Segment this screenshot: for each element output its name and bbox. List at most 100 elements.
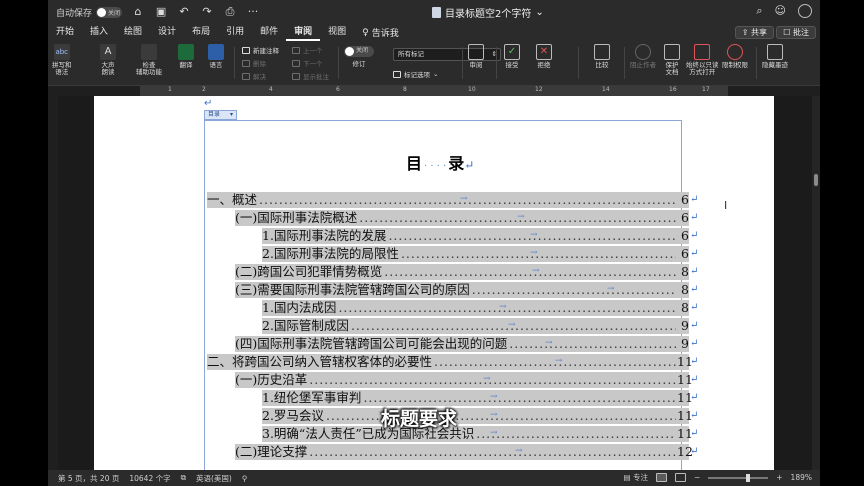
toc-entry[interactable]: 二、将跨国公司纳入管辖权客体的必要性......................… [205, 353, 698, 371]
block-authors-button[interactable]: 阻止作者 [630, 44, 656, 69]
toc-entry[interactable]: 1.国际刑事法院的发展.............................… [205, 227, 698, 245]
more-icon[interactable]: ··· [246, 5, 260, 19]
zoom-slider[interactable] [708, 473, 769, 482]
delete-comment-button[interactable]: 删除 [242, 58, 266, 68]
web-layout-view-icon[interactable] [674, 473, 686, 482]
compare-icon [594, 44, 610, 60]
ruler-number: 4 [269, 86, 273, 93]
resolve-button[interactable]: 解决 [242, 71, 266, 81]
track-changes-button[interactable]: 关闭 修订 [344, 44, 374, 68]
tab-home[interactable]: 开始 [48, 24, 82, 41]
vertical-scrollbar[interactable] [812, 96, 820, 470]
tab-view[interactable]: 视图 [320, 24, 354, 41]
document-title[interactable]: 目录标题空2个字符 ⌄ [432, 5, 544, 20]
read-aloud-button[interactable]: A 大声 朗读 [100, 44, 116, 76]
ruler-area: 1 2 4 6 8 10 12 14 16 17 [48, 86, 820, 96]
spelling-button[interactable]: abc 拼写和 语法 [52, 44, 72, 76]
word-count[interactable]: 10642 个字 [129, 473, 170, 484]
toc-page-number: 12 [677, 444, 693, 459]
new-comment-label: 新建注释 [253, 47, 279, 55]
print-icon[interactable]: ⎙ [223, 5, 237, 19]
toc-entry[interactable]: (二)理论支撑.................................… [205, 443, 698, 461]
toc-entry[interactable]: 一、概述....................................… [205, 191, 698, 209]
toc-page-number: 6 [681, 246, 689, 261]
track-changes-toggle[interactable]: 关闭 [344, 46, 374, 57]
tab-mailings[interactable]: 邮件 [252, 24, 286, 41]
toc-entry-text: 一、概述 [207, 192, 258, 207]
show-comments-label: 显示批注 [303, 73, 329, 81]
hide-ink-button[interactable]: 隐藏墨迹 [762, 44, 788, 69]
proofing-icon[interactable]: ⧉ [181, 473, 186, 483]
previous-comment-button[interactable]: 上一个 [292, 45, 323, 55]
autosave-toggle[interactable]: 关闭 [96, 6, 123, 18]
tab-layout[interactable]: 布局 [184, 24, 218, 41]
paragraph-mark: ↵ [690, 302, 699, 313]
new-comment-button[interactable]: 新建注释 [242, 45, 279, 55]
always-readonly-label: 始终以只读 方式打开 [686, 61, 719, 76]
reviewing-pane-button[interactable]: 审阅 [468, 44, 484, 69]
zoom-level[interactable]: 189% [791, 473, 812, 482]
always-readonly-button[interactable]: 始终以只读 方式打开 [686, 44, 719, 76]
toc-entry[interactable]: (三)需要国际刑事法院管辖跨国公司的原因....................… [205, 281, 698, 299]
delete-comment-icon [242, 59, 250, 67]
toc-entry[interactable]: 2.国际刑事法院的局限性............................… [205, 245, 698, 263]
accept-button[interactable]: ✓ 接受 [504, 44, 520, 69]
compare-label: 比较 [595, 61, 609, 69]
translate-button[interactable]: 翻译 [178, 44, 194, 69]
toc-heading-right: 录 [448, 154, 465, 173]
tab-arrow-icon: → [517, 212, 525, 222]
zoom-out-icon[interactable]: − [694, 473, 700, 482]
tab-draw[interactable]: 绘图 [116, 24, 150, 41]
language-button[interactable]: 语言 [208, 44, 224, 69]
content-control-tab[interactable]: 目录 ▾ [204, 110, 238, 120]
zoom-slider-thumb[interactable] [745, 473, 750, 482]
protect-document-button[interactable]: 保护 文档 [664, 44, 680, 76]
toc-entry[interactable]: (四)国际刑事法院管辖跨国公司可能会出现的问题.................… [205, 335, 698, 353]
reject-button[interactable]: ✕ 拒绝 [536, 44, 552, 69]
search-icon[interactable]: ⌕ [756, 4, 762, 18]
accessibility-label: 检查 辅助功能 [136, 61, 162, 76]
page-count[interactable]: 第 5 页，共 20 页 [58, 473, 119, 484]
emoji-icon[interactable]: ☺ [775, 4, 786, 18]
comments-button[interactable]: ☐ 批注 [776, 26, 816, 39]
scrollbar-thumb[interactable] [814, 174, 818, 186]
markup-options-button[interactable]: 标记选项 ⌄ [393, 69, 438, 79]
show-comments-button[interactable]: 显示批注 [292, 71, 329, 81]
language-status[interactable]: 英语(美国) [196, 473, 232, 484]
tell-me-box[interactable]: ♀ 告诉我 [354, 26, 407, 40]
toc-entry-text: (一)历史沿革 [235, 372, 308, 387]
tab-leader-dots: ........................................… [309, 444, 676, 459]
toc-page-number: 8 [681, 300, 689, 315]
tab-references[interactable]: 引用 [218, 24, 252, 41]
toggle-knob [97, 7, 107, 17]
compare-button[interactable]: 比较 [594, 44, 610, 69]
next-comment-button[interactable]: 下一个 [292, 58, 323, 68]
zoom-in-icon[interactable]: + [776, 473, 782, 482]
toc-entry[interactable]: 1.国内法成因.................................… [205, 299, 698, 317]
tab-design[interactable]: 设计 [150, 24, 184, 41]
tab-arrow-icon: → [508, 320, 516, 330]
horizontal-ruler[interactable]: 1 2 4 6 8 10 12 14 16 17 [140, 86, 728, 96]
markup-select-value: 所有标记 [398, 50, 424, 58]
toc-entry[interactable]: (一)历史沿革.................................… [205, 371, 698, 389]
toc-entry[interactable]: 2.国际管制成因................................… [205, 317, 698, 335]
tab-review[interactable]: 审阅 [286, 24, 321, 41]
account-icon[interactable] [798, 4, 812, 18]
toc-entry[interactable]: (一)国际刑事法院概述.............................… [205, 209, 698, 227]
redo-icon[interactable]: ↷ [200, 5, 214, 19]
home-icon[interactable]: ⌂ [131, 5, 145, 19]
markup-select[interactable]: 所有标记 ⇕ [393, 48, 501, 61]
toc-entry[interactable]: (二)跨国公司犯罪情势概览...........................… [205, 263, 698, 281]
undo-icon[interactable]: ↶ [177, 5, 191, 19]
focus-icon: ▤ [623, 473, 631, 482]
save-icon[interactable]: ▣ [154, 5, 168, 19]
tell-me-label: 告诉我 [371, 29, 399, 39]
print-layout-view-icon[interactable] [655, 473, 667, 482]
focus-mode-button[interactable]: ▤ 专注 [623, 472, 647, 483]
accessibility-button[interactable]: 检查 辅助功能 [136, 44, 162, 76]
share-button[interactable]: ⇪ 共享 [734, 26, 774, 39]
restrict-permission-button[interactable]: 限制权限 [722, 44, 748, 69]
tab-insert[interactable]: 插入 [82, 24, 116, 41]
document-title-text: 目录标题空2个字符 [445, 9, 532, 20]
accessibility-status-icon[interactable]: ⚲ [242, 474, 248, 483]
